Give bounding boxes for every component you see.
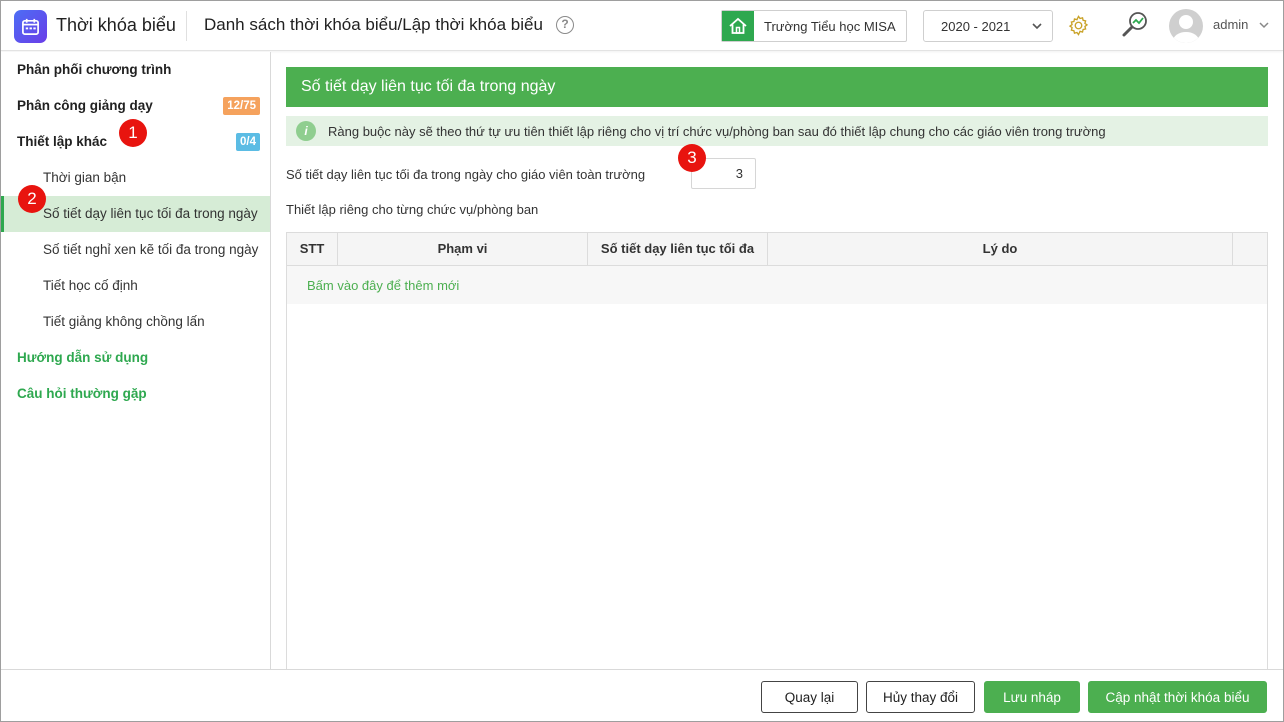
column-header-scope: Phạm vi: [338, 233, 588, 265]
sidebar-item-label: Thiết lập khác: [17, 134, 108, 149]
progress-badge: 12/75: [223, 97, 260, 115]
section-title: Số tiết dạy liên tục tối đa trong ngày: [301, 78, 556, 95]
column-header-stt: STT: [287, 233, 338, 265]
back-button[interactable]: Quay lại: [761, 681, 858, 713]
sidebar-item-label: Thời gian bận: [43, 170, 127, 185]
step-marker-3: 3: [678, 144, 706, 172]
info-banner: i Ràng buộc này sẽ theo thứ tự ưu tiên t…: [286, 116, 1268, 146]
sidebar-item-label: Câu hỏi thường gặp: [17, 386, 147, 401]
avatar[interactable]: [1169, 9, 1203, 43]
school-home-icon: [722, 11, 754, 41]
sidebar-item-program-distribution[interactable]: Phân phối chương trình: [1, 52, 270, 88]
sidebar-item-fixed-periods[interactable]: Tiết học cố định: [1, 268, 270, 304]
user-name[interactable]: admin: [1213, 17, 1248, 32]
max-periods-label: Số tiết dạy liên tục tối đa trong ngày c…: [286, 167, 646, 182]
gear-icon[interactable]: [1067, 14, 1090, 37]
cancel-changes-button[interactable]: Hủy thay đổi: [866, 681, 975, 713]
info-icon: i: [296, 121, 316, 141]
footer-action-bar: Quay lại Hủy thay đổi Lưu nháp Cập nhật …: [1, 669, 1283, 721]
add-new-link[interactable]: Bấm vào đây để thêm mới: [307, 278, 459, 293]
section-header: Số tiết dạy liên tục tối đa trong ngày: [286, 67, 1268, 107]
custom-settings-table: STT Phạm vi Số tiết dạy liên tục tối đa …: [286, 232, 1268, 669]
sidebar-item-user-guide[interactable]: Hướng dẫn sử dụng: [1, 340, 270, 376]
school-selector[interactable]: Trường Tiểu học MISA: [721, 10, 907, 42]
column-header-reason: Lý do: [768, 233, 1233, 265]
help-icon[interactable]: ?: [556, 16, 574, 34]
save-draft-button[interactable]: Lưu nháp: [984, 681, 1080, 713]
custom-settings-label: Thiết lập riêng cho từng chức vụ/phòng b…: [286, 202, 539, 217]
calendar-icon[interactable]: [14, 10, 47, 43]
progress-badge: 0/4: [236, 133, 260, 151]
column-header-actions: [1233, 233, 1267, 265]
app-title[interactable]: Thời khóa biểu: [56, 15, 176, 36]
school-year-value: 2020 - 2021: [941, 19, 1011, 34]
sidebar-item-label: Hướng dẫn sử dụng: [17, 350, 149, 365]
info-text: Ràng buộc này sẽ theo thứ tự ưu tiên thi…: [328, 124, 1106, 139]
chevron-down-icon[interactable]: [1258, 19, 1270, 31]
sidebar-item-label: Số tiết nghỉ xen kẽ tối đa trong ngày: [43, 242, 259, 257]
school-year-select[interactable]: 2020 - 2021: [923, 10, 1053, 42]
table-header: STT Phạm vi Số tiết dạy liên tục tối đa …: [287, 233, 1267, 266]
header-divider: [186, 11, 187, 41]
step-marker-1: 1: [119, 119, 147, 147]
sidebar-item-label: Phân phối chương trình: [17, 62, 172, 77]
sidebar-item-label: Phân công giảng dạy: [17, 98, 153, 113]
sidebar-item-non-overlapping-periods[interactable]: Tiết giảng không chồng lấn: [1, 304, 270, 340]
school-name: Trường Tiểu học MISA: [764, 19, 896, 34]
chevron-down-icon: [1032, 23, 1042, 30]
sidebar-item-faq[interactable]: Câu hỏi thường gặp: [1, 376, 270, 412]
sidebar-item-label: Số tiết dạy liên tục tối đa trong ngày: [43, 206, 258, 221]
app-window: Thời khóa biểu Danh sách thời khóa biểu/…: [0, 0, 1284, 722]
sidebar-item-label: Tiết học cố định: [43, 278, 138, 293]
update-timetable-button[interactable]: Cập nhật thời khóa biểu: [1088, 681, 1267, 713]
search-chart-icon[interactable]: [1120, 10, 1150, 40]
top-header: Thời khóa biểu Danh sách thời khóa biểu/…: [1, 1, 1283, 51]
page-title: Danh sách thời khóa biểu/Lập thời khóa b…: [204, 15, 543, 34]
step-marker-2: 2: [18, 185, 46, 213]
add-row: Bấm vào đây để thêm mới: [287, 266, 1267, 304]
sidebar-item-label: Tiết giảng không chồng lấn: [43, 314, 205, 329]
sidebar-item-max-break-periods[interactable]: Số tiết nghỉ xen kẽ tối đa trong ngày: [1, 232, 270, 268]
column-header-max-periods: Số tiết dạy liên tục tối đa: [588, 233, 768, 265]
